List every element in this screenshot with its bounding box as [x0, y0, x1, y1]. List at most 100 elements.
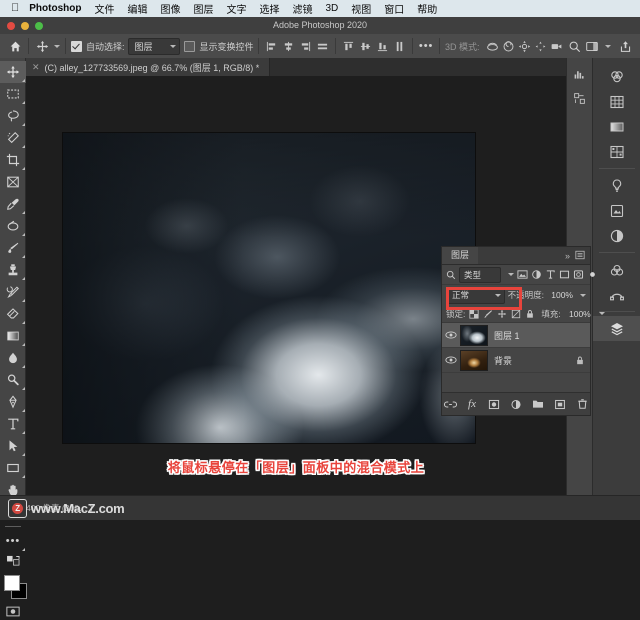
tool-pen[interactable] [0, 391, 26, 413]
align-center-horizontal-icon[interactable] [281, 39, 296, 54]
tool-frame[interactable] [0, 171, 26, 193]
align-right-icon[interactable] [298, 39, 313, 54]
layers-panel-tab[interactable]: 图层 [442, 247, 479, 264]
tool-lasso[interactable] [0, 105, 26, 127]
foreground-color-swatch[interactable] [4, 575, 20, 591]
workspace-chevron-icon[interactable] [605, 44, 611, 48]
apple-icon[interactable]:  [11, 3, 19, 14]
align-center-vertical-icon[interactable] [358, 39, 373, 54]
align-left-icon[interactable] [264, 39, 279, 54]
menu-item-edit[interactable]: 编辑 [127, 1, 147, 16]
align-top-icon[interactable] [341, 39, 356, 54]
filter-pixel-icon[interactable] [517, 268, 528, 281]
default-colors-icon[interactable] [0, 552, 26, 570]
menu-item-type[interactable]: 文字 [226, 1, 246, 16]
menu-item-3d[interactable]: 3D [325, 3, 338, 14]
menu-item-window[interactable]: 窗口 [384, 1, 404, 16]
distribute-horizontal-icon[interactable] [315, 39, 330, 54]
menu-item-filter[interactable]: 滤镜 [292, 1, 312, 16]
tool-type[interactable] [0, 413, 26, 435]
tool-dodge[interactable] [0, 369, 26, 391]
chevron-down-icon[interactable] [508, 273, 514, 276]
tool-path-selection[interactable] [0, 435, 26, 457]
histogram-panel-icon[interactable] [567, 62, 592, 86]
new-layer-icon[interactable] [553, 397, 567, 411]
tool-eyedropper[interactable] [0, 193, 26, 215]
panel-menu-icon[interactable] [575, 250, 585, 262]
gradients-panel-icon[interactable] [593, 114, 640, 139]
show-transform-controls-checkbox[interactable] [184, 40, 196, 52]
document-image[interactable] [63, 133, 475, 443]
lock-all-icon[interactable] [525, 308, 535, 319]
quick-mask-icon[interactable] [0, 602, 26, 620]
close-icon[interactable]: ✕ [32, 62, 40, 73]
patterns-panel-icon[interactable] [593, 139, 640, 164]
menu-item-layer[interactable]: 图层 [193, 1, 213, 16]
share-icon[interactable] [616, 37, 634, 55]
info-panel-icon[interactable] [567, 86, 592, 110]
layer-visibility-icon[interactable] [442, 330, 460, 340]
opacity-value[interactable]: 100% [547, 288, 573, 303]
color-panel-icon[interactable] [593, 64, 640, 89]
tool-rectangle[interactable] [0, 457, 26, 479]
search-icon[interactable] [446, 268, 456, 281]
tool-quick-selection[interactable] [0, 127, 26, 149]
tool-brush[interactable] [0, 237, 26, 259]
tool-crop[interactable] [0, 149, 26, 171]
edit-toolbar-button[interactable]: ••• [0, 530, 26, 552]
layer-name[interactable]: 图层 1 [494, 329, 520, 342]
tool-blur[interactable] [0, 347, 26, 369]
filter-kind-dropdown[interactable]: 类型 [459, 266, 501, 283]
auto-select-scope-dropdown[interactable]: 图层 [128, 37, 181, 55]
menu-item-image[interactable]: 图像 [160, 1, 180, 16]
styles-panel-icon[interactable] [593, 257, 640, 282]
roll-3d-icon[interactable] [501, 37, 517, 55]
camera-3d-icon[interactable] [549, 37, 565, 55]
more-options-button[interactable]: ••• [418, 37, 434, 55]
table-row[interactable]: 图层 1 [442, 323, 590, 348]
maximize-window-button[interactable] [35, 22, 43, 30]
layer-thumbnail[interactable] [460, 349, 488, 371]
filter-adjustment-icon[interactable] [531, 268, 542, 281]
menu-item-help[interactable]: 帮助 [417, 1, 437, 16]
auto-select-checkbox[interactable] [70, 40, 82, 52]
home-icon[interactable] [7, 37, 23, 55]
libraries-panel-icon[interactable] [593, 198, 640, 223]
filter-toggle-icon[interactable] [587, 268, 598, 281]
fill-value[interactable]: 100% [565, 306, 591, 321]
opacity-chevron-icon[interactable] [580, 293, 586, 297]
tool-clone-stamp[interactable] [0, 259, 26, 281]
tool-move[interactable] [0, 61, 26, 83]
pan-3d-icon[interactable] [517, 37, 533, 55]
layer-name[interactable]: 背景 [494, 354, 512, 367]
table-row[interactable]: 背景 [442, 348, 590, 373]
tool-history-brush[interactable] [0, 281, 26, 303]
color-swatches[interactable] [0, 572, 27, 602]
layers-panel-icon[interactable] [593, 316, 640, 341]
menu-item-view[interactable]: 视图 [351, 1, 371, 16]
distribute-vertical-icon[interactable] [392, 39, 407, 54]
adjustment-circle-icon[interactable] [593, 223, 640, 248]
paths-panel-icon[interactable] [593, 282, 640, 307]
tool-healing-brush[interactable] [0, 215, 26, 237]
link-layers-icon[interactable] [443, 397, 457, 411]
layer-visibility-icon[interactable] [442, 355, 460, 365]
new-group-icon[interactable] [531, 397, 545, 411]
align-bottom-icon[interactable] [375, 39, 390, 54]
menu-item-file[interactable]: 文件 [94, 1, 114, 16]
workspace-icon[interactable] [583, 37, 601, 55]
filter-smart-object-icon[interactable] [573, 268, 584, 281]
tool-marquee[interactable] [0, 83, 26, 105]
document-tab[interactable]: ✕ (C) alley_127733569.jpeg @ 66.7% (图层 1… [26, 58, 271, 76]
search-icon[interactable] [565, 37, 583, 55]
chevron-double-right-icon[interactable]: » [565, 251, 570, 261]
close-window-button[interactable] [7, 22, 15, 30]
layer-thumbnail[interactable] [460, 324, 488, 346]
move-tool-icon[interactable] [34, 37, 50, 55]
swatches-panel-icon[interactable] [593, 89, 640, 114]
add-mask-icon[interactable] [487, 397, 501, 411]
filter-shape-icon[interactable] [559, 268, 570, 281]
rotate-3d-icon[interactable] [485, 37, 501, 55]
filter-type-icon[interactable] [545, 268, 556, 281]
fill-chevron-icon[interactable] [598, 312, 605, 315]
